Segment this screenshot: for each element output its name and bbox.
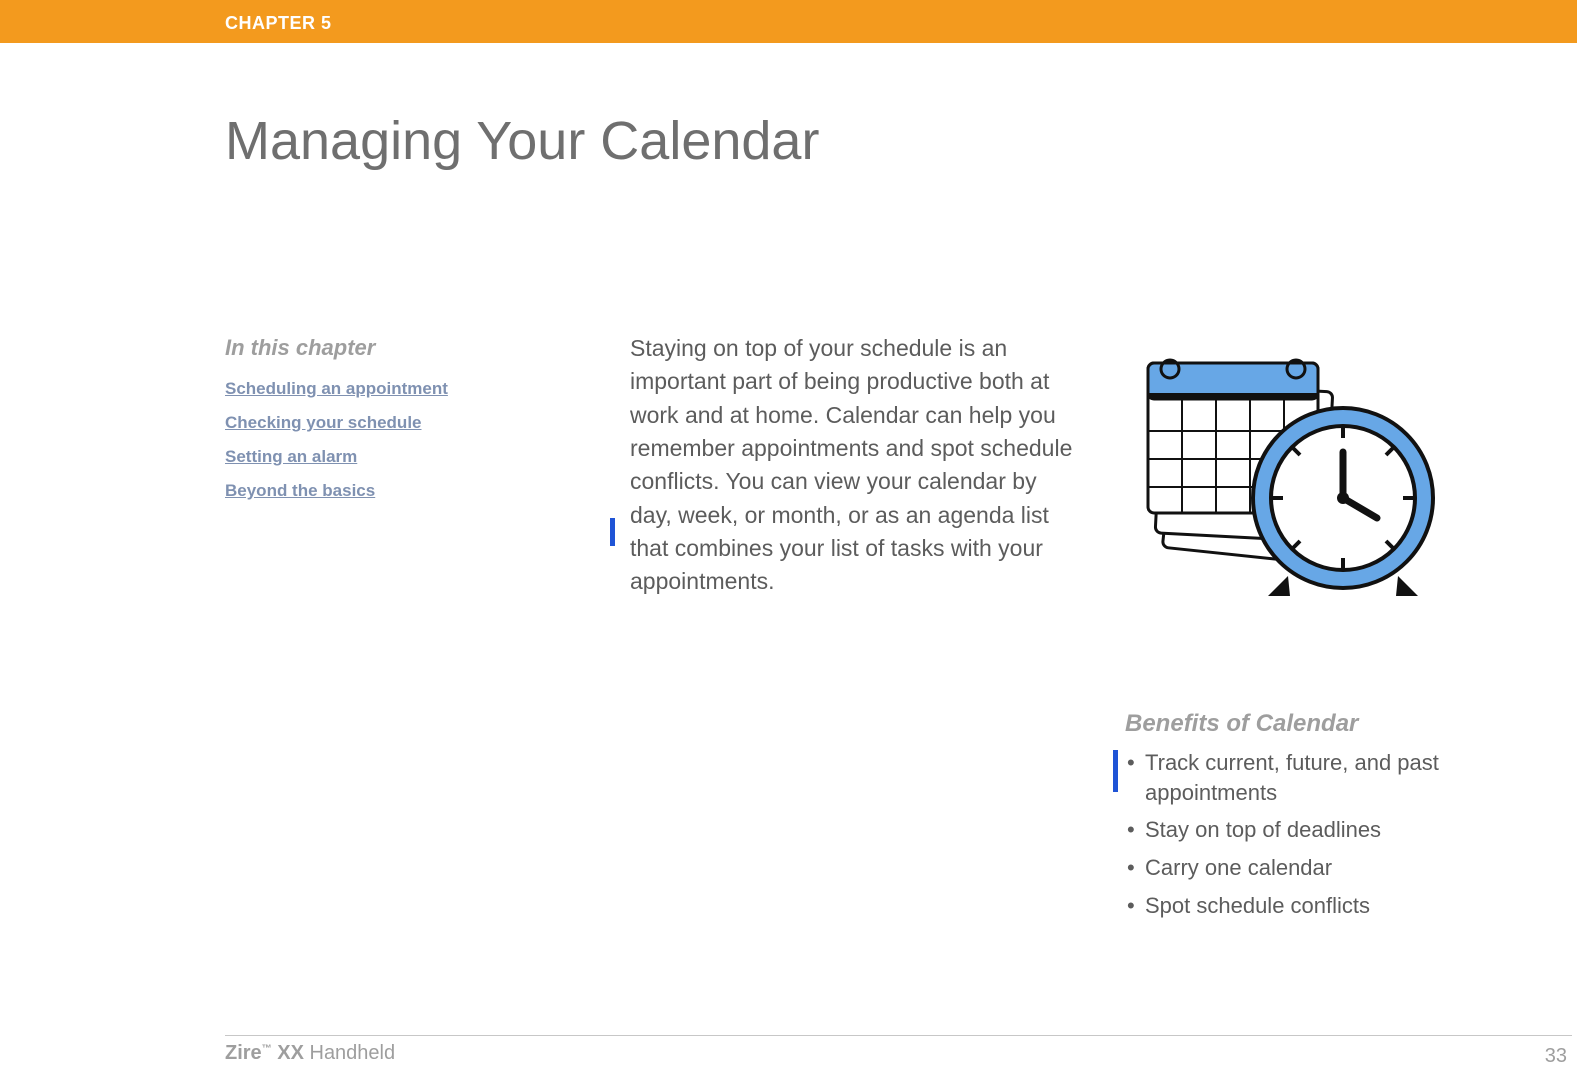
intro-paragraph: Staying on top of your schedule is an im… <box>630 332 1080 599</box>
benefit-item: Carry one calendar <box>1125 853 1545 883</box>
link-beyond-basics[interactable]: Beyond the basics <box>225 481 525 501</box>
brand: Zire <box>225 1042 262 1064</box>
benefits-section: Benefits of Calendar Track current, futu… <box>1125 710 1545 928</box>
text-cursor-mark <box>610 518 615 546</box>
product-suffix: Handheld <box>304 1042 395 1064</box>
link-checking-schedule[interactable]: Checking your schedule <box>225 413 525 433</box>
footer-rule <box>225 1035 1572 1036</box>
footer: Zire™ XX Handheld 33 <box>225 1042 1567 1068</box>
in-this-chapter-sidebar: In this chapter Scheduling an appointmen… <box>225 335 525 515</box>
benefit-item: Spot schedule conflicts <box>1125 891 1545 921</box>
link-setting-alarm[interactable]: Setting an alarm <box>225 447 525 467</box>
model: XX <box>272 1042 304 1064</box>
trademark: ™ <box>262 1043 272 1054</box>
benefit-item: Track current, future, and past appointm… <box>1125 748 1545 807</box>
page-title: Managing Your Calendar <box>225 110 819 172</box>
benefits-list: Track current, future, and past appointm… <box>1125 748 1545 920</box>
chapter-bar: CHAPTER 5 <box>0 5 1577 43</box>
calendar-clock-illustration-icon <box>1118 333 1468 628</box>
text-cursor-mark <box>1113 750 1118 792</box>
sidebar-heading: In this chapter <box>225 335 525 361</box>
benefits-heading: Benefits of Calendar <box>1125 710 1545 738</box>
page-number: 33 <box>1545 1045 1567 1068</box>
benefit-item: Stay on top of deadlines <box>1125 815 1545 845</box>
chapter-label: CHAPTER 5 <box>225 13 332 34</box>
link-scheduling-appointment[interactable]: Scheduling an appointment <box>225 379 525 399</box>
product-name: Zire™ XX Handheld <box>225 1042 395 1064</box>
